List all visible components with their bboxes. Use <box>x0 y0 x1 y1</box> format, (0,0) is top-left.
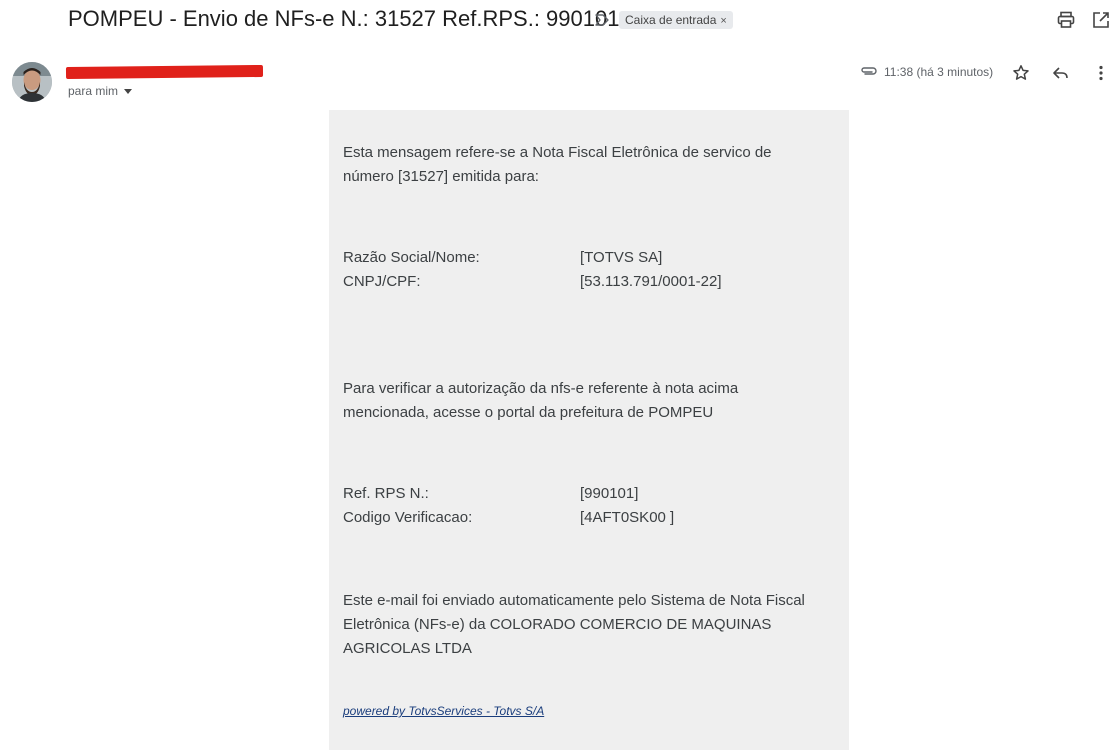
label-remove-button[interactable]: × <box>720 15 726 27</box>
more-vert-icon[interactable] <box>1091 63 1111 83</box>
avatar-photo <box>12 62 52 102</box>
razao-social-value: [TOTVS SA] <box>580 249 663 266</box>
recipient-text: para mim <box>68 84 119 98</box>
cnpj-value: [53.113.791/0001-22] <box>580 273 722 290</box>
label-chip-text: Caixa de entrada <box>625 13 717 27</box>
star-icon[interactable] <box>1011 63 1031 83</box>
reply-icon[interactable] <box>1051 63 1071 83</box>
sender-name-redaction <box>65 64 264 80</box>
razao-social-label: Razão Social/Nome: <box>343 249 480 266</box>
rps-value: [990101] <box>580 485 639 502</box>
rps-label: Ref. RPS N.: <box>343 485 429 502</box>
print-icon[interactable] <box>1056 10 1076 30</box>
chevron-down-icon <box>124 89 133 95</box>
footer-paragraph: Este e-mail foi enviado automaticamente … <box>343 592 805 657</box>
label-chip-inbox[interactable]: Caixa de entrada × <box>619 11 733 29</box>
intro-paragraph: Esta mensagem refere-se a Nota Fiscal El… <box>343 144 772 185</box>
powered-by-link[interactable]: powered by TotvsServices - Totvs S/A <box>343 704 544 718</box>
label-arrow-icon[interactable] <box>594 12 610 28</box>
codigo-verificacao-label: Codigo Verificacao: <box>343 509 473 526</box>
sender-avatar[interactable] <box>12 62 52 102</box>
email-subject: POMPEU - Envio de NFs-e N.: 31527 Ref.RP… <box>68 6 620 31</box>
codigo-verificacao-value: [4AFT0SK00 ] <box>580 509 675 526</box>
verify-paragraph: Para verificar a autorização da nfs-e re… <box>343 380 739 421</box>
recipient-details-toggle[interactable]: para mim <box>68 84 133 98</box>
open-in-new-window-icon[interactable] <box>1091 10 1111 30</box>
message-timestamp: 11:38 (há 3 minutos) <box>884 65 994 79</box>
attachment-icon <box>861 67 877 75</box>
cnpj-label: CNPJ/CPF: <box>343 273 421 290</box>
